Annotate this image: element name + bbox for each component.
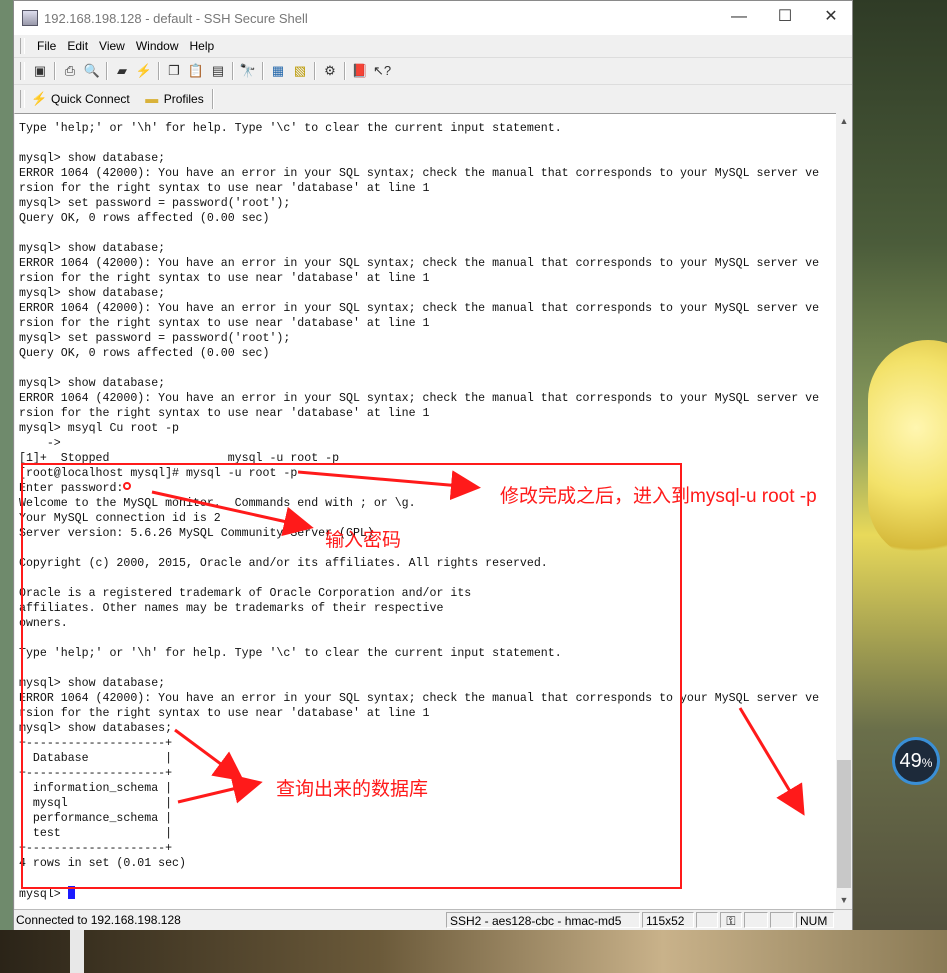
arrow-db-lower xyxy=(177,774,263,804)
password-marker xyxy=(123,482,131,490)
annotation-enter-password: 输入密码 xyxy=(325,530,402,551)
arrow-db-upper xyxy=(174,728,245,782)
annotation-after-modify: 修改完成之后，进入到mysql-u root -p xyxy=(500,486,817,507)
annotation-queried-dbs: 查询出来的数据库 xyxy=(276,779,429,800)
arrow-enter-password xyxy=(151,490,314,537)
arrow-after-modify xyxy=(297,470,481,501)
arrow-side xyxy=(738,707,805,816)
